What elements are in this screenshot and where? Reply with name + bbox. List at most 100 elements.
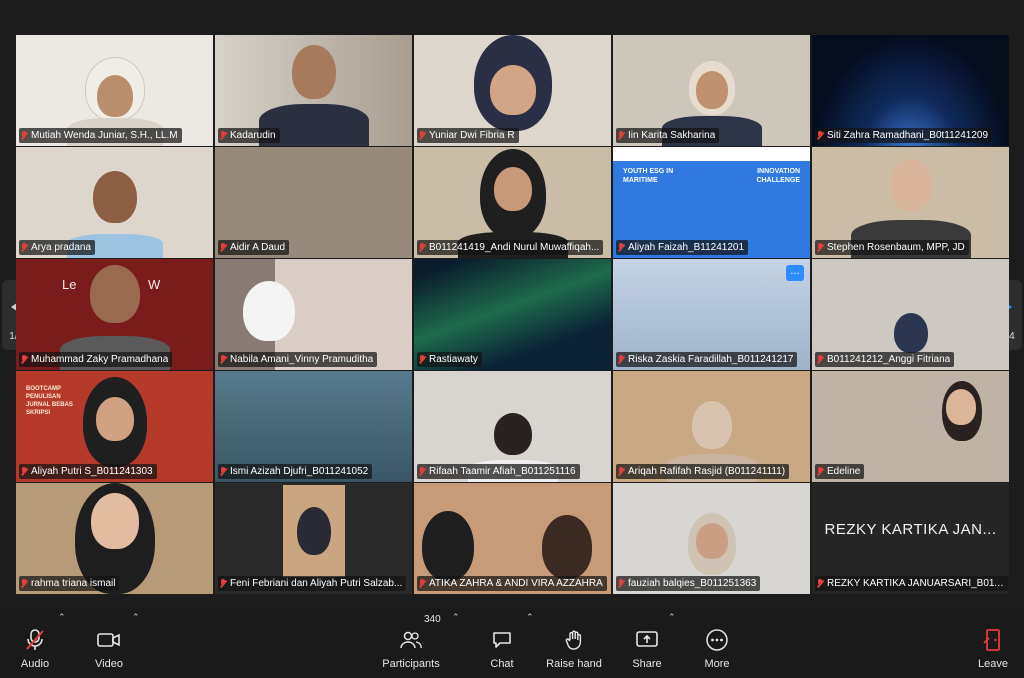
audio-options-caret-icon[interactable]: ⌃ <box>58 612 66 623</box>
participants-options-caret-icon[interactable]: ⌃ <box>452 612 460 623</box>
chat-bubble-icon <box>485 628 519 652</box>
banner-text-2: W <box>148 277 161 292</box>
participant-name-label: Riska Zaskia Faradillah_B011241217 <box>616 352 798 367</box>
banner-text-right: INNOVATION CHALLENGE <box>756 168 800 184</box>
participant-tile[interactable]: Iin Karita Sakharina <box>613 35 810 146</box>
participant-tile[interactable]: fauziah balqies_B011251363 <box>613 483 810 594</box>
participant-name-label: Rifaah Taamir Afiah_B011251116 <box>417 464 580 479</box>
participant-name-label: Mutiah Wenda Juniar, S.H., LL.M <box>19 128 182 143</box>
mic-muted-icon <box>817 354 824 365</box>
participant-tile[interactable]: Edeline <box>812 371 1009 482</box>
participant-name-label: Rastiawaty <box>417 352 482 367</box>
mic-muted-icon <box>220 354 227 365</box>
mic-muted-icon <box>419 578 426 589</box>
share-button[interactable]: Share <box>630 628 664 676</box>
mic-muted-icon <box>817 466 824 477</box>
participant-name-label: Edeline <box>815 464 865 479</box>
participant-tile[interactable]: Mutiah Wenda Juniar, S.H., LL.M <box>16 35 213 146</box>
participant-name-label: B011241419_Andi Nurul Muwaffiqah... <box>417 240 604 255</box>
banner-text-left: YOUTH ESG IN MARITIME <box>623 168 674 184</box>
mic-muted-icon <box>220 242 227 253</box>
participant-name-label: fauziah balqies_B011251363 <box>616 576 761 591</box>
participant-tile[interactable]: Ismi Azizah Djufri_B011241052 <box>215 371 412 482</box>
video-camera-icon <box>92 628 126 652</box>
participant-name-label: B011241212_Anggi Fitriana <box>815 352 955 367</box>
participant-name-label: Siti Zahra Ramadhani_B0t11241209 <box>815 128 993 143</box>
participant-tile[interactable]: Arya pradana <box>16 147 213 258</box>
leave-button[interactable]: Leave <box>976 628 1010 676</box>
participant-name-label: rahma triana ismail <box>19 576 120 591</box>
participant-tile[interactable]: Rifaah Taamir Afiah_B011251116 <box>414 371 611 482</box>
more-button[interactable]: More <box>700 628 734 676</box>
share-options-caret-icon[interactable]: ⌃ <box>668 612 676 623</box>
participant-tile[interactable]: B011241419_Andi Nurul Muwaffiqah... <box>414 147 611 258</box>
participant-name-label: Feni Febriani dan Aliyah Putri Salzab... <box>218 576 407 591</box>
mic-muted-icon <box>21 466 28 477</box>
participant-name-label: ATIKA ZAHRA & ANDI VIRA AZZAHRA <box>417 576 607 591</box>
video-options-caret-icon[interactable]: ⌃ <box>132 612 140 623</box>
mic-muted-icon <box>220 130 227 141</box>
participant-name-label: Arya pradana <box>19 240 96 255</box>
raise-hand-icon <box>545 628 603 652</box>
participant-tile[interactable]: Nabila Amani_Vinny Pramuditha <box>215 259 412 370</box>
participant-tile[interactable]: BOOTCAMP PENULISAN JURNAL BEBAS SKRIPSI … <box>16 371 213 482</box>
participants-button[interactable]: Participants <box>380 628 442 676</box>
more-options-icon[interactable]: ... <box>786 265 804 281</box>
mic-off-icon <box>18 628 52 652</box>
meeting-toolbar: Audio ⌃ Video ⌃ Participants 340 ⌃ Chat … <box>0 608 1024 678</box>
participant-tile[interactable]: Ariqah Rafifah Rasjid (B011241111) <box>613 371 810 482</box>
mic-muted-icon <box>21 242 28 253</box>
participant-name-label: Yuniar Dwi Fibria R <box>417 128 519 143</box>
mic-muted-icon <box>419 354 426 365</box>
participant-name-label: Aidir A Daud <box>218 240 290 255</box>
participant-name-label: Iin Karita Sakharina <box>616 128 720 143</box>
chat-options-caret-icon[interactable]: ⌃ <box>526 612 534 623</box>
mic-muted-icon <box>817 130 824 141</box>
participant-tile[interactable]: Siti Zahra Ramadhani_B0t11241209 <box>812 35 1009 146</box>
chat-button[interactable]: Chat <box>485 628 519 676</box>
participant-grid: Mutiah Wenda Juniar, S.H., LL.M Kadarudi… <box>16 35 1009 595</box>
participant-name-label: REZKY KARTIKA JANUARSARI_B011... <box>815 576 1009 591</box>
participant-tile[interactable]: Rastiawaty <box>414 259 611 370</box>
leave-door-icon <box>976 628 1010 652</box>
mic-muted-icon <box>21 130 28 141</box>
mic-muted-icon <box>419 130 426 141</box>
participant-name-label: Ariqah Rafifah Rasjid (B011241111) <box>616 464 790 479</box>
banner-text: Le <box>62 277 77 292</box>
participant-tile[interactable]: Stephen Rosenbaum, MPP, JD <box>812 147 1009 258</box>
mic-muted-icon <box>618 578 625 589</box>
video-button[interactable]: Video <box>92 628 126 676</box>
participant-tile[interactable]: B011241212_Anggi Fitriana <box>812 259 1009 370</box>
raise-hand-button[interactable]: Raise hand <box>545 628 603 676</box>
participant-tile[interactable]: rahma triana ismail <box>16 483 213 594</box>
participant-name-label: Aliyah Putri S_B011241303 <box>19 464 157 479</box>
participant-tile[interactable]: Aidir A Daud <box>215 147 412 258</box>
participant-name-label: Kadarudin <box>218 128 280 143</box>
participant-tile[interactable]: YOUTH ESG IN MARITIME INNOVATION CHALLEN… <box>613 147 810 258</box>
participant-tile[interactable]: Le W Muhammad Zaky Pramadhana <box>16 259 213 370</box>
mic-muted-icon <box>220 466 227 477</box>
mic-muted-icon <box>817 578 824 589</box>
video-gallery: 1/14 1/14 Mutiah Wenda Juniar, S.H., LL.… <box>0 0 1024 608</box>
mic-muted-icon <box>220 578 227 589</box>
participant-name-label: Aliyah Faizah_B11241201 <box>616 240 749 255</box>
participant-tile[interactable]: Kadarudin <box>215 35 412 146</box>
poster-text: BOOTCAMP PENULISAN JURNAL BEBAS SKRIPSI <box>26 386 73 416</box>
participant-tile[interactable]: Feni Febriani dan Aliyah Putri Salzab... <box>215 483 412 594</box>
participant-tile[interactable]: ... Riska Zaskia Faradillah_B011241217 <box>613 259 810 370</box>
participants-count: 340 <box>424 614 441 625</box>
mic-muted-icon <box>419 466 426 477</box>
participant-name-label: Muhammad Zaky Pramadhana <box>19 352 173 367</box>
audio-button[interactable]: Audio <box>18 628 52 676</box>
participant-tile[interactable]: Yuniar Dwi Fibria R <box>414 35 611 146</box>
participant-tile[interactable]: REZKY KARTIKA JAN... REZKY KARTIKA JANUA… <box>812 483 1009 594</box>
mic-muted-icon <box>618 466 625 477</box>
participants-icon <box>380 628 442 652</box>
mic-muted-icon <box>618 242 625 253</box>
participant-tile[interactable]: ATIKA ZAHRA & ANDI VIRA AZZAHRA <box>414 483 611 594</box>
mic-muted-icon <box>817 242 824 253</box>
participant-display-name: REZKY KARTIKA JAN... <box>824 521 997 538</box>
mic-muted-icon <box>419 242 426 253</box>
mic-muted-icon <box>618 130 625 141</box>
more-dots-icon <box>700 628 734 652</box>
